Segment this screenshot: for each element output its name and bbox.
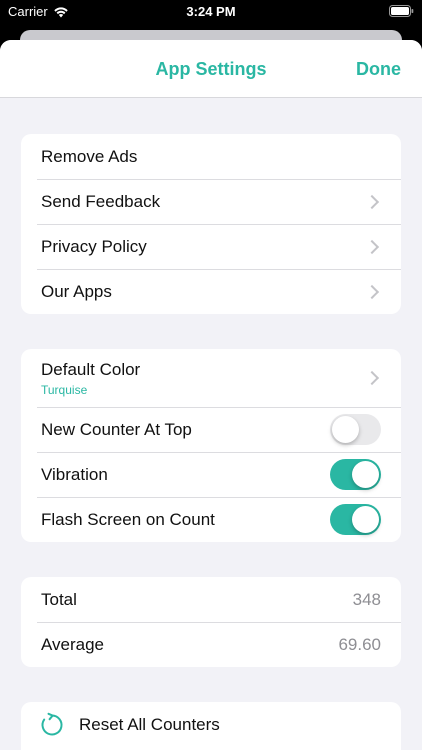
flash-screen-row: Flash Screen on Count: [21, 497, 401, 542]
default-color-value: Turquise: [41, 382, 88, 397]
general-group: Remove Ads Send Feedback Privacy Policy …: [21, 134, 401, 314]
total-value: 348: [352, 589, 381, 609]
toggle-knob: [352, 461, 379, 488]
new-counter-at-top-row: New Counter At Top: [21, 407, 401, 452]
flash-screen-label: Flash Screen on Count: [41, 509, 215, 529]
reset-all-counters-label: Reset All Counters: [79, 714, 220, 734]
chevron-right-icon: [364, 194, 380, 209]
chevron-right-icon: [364, 370, 380, 386]
default-color-text: Default Color Turquise: [41, 360, 140, 397]
actions-group: Reset All Counters: [21, 702, 401, 750]
remove-ads-row[interactable]: Remove Ads: [21, 134, 401, 179]
send-feedback-row[interactable]: Send Feedback: [21, 179, 401, 224]
new-counter-at-top-label: New Counter At Top: [41, 419, 192, 439]
stats-group: Total 348 Average 69.60: [21, 577, 401, 667]
toggle-knob: [332, 416, 359, 443]
reset-icon: [41, 712, 63, 735]
default-color-label: Default Color: [41, 359, 141, 379]
flash-screen-toggle[interactable]: [330, 504, 381, 535]
toggle-knob: [352, 506, 379, 533]
privacy-policy-row[interactable]: Privacy Policy: [21, 224, 401, 269]
reset-all-counters-row[interactable]: Reset All Counters: [21, 702, 401, 747]
total-row: Total 348: [21, 577, 401, 622]
average-row: Average 69.60: [21, 622, 401, 667]
preferences-group: Default Color Turquise New Counter At To…: [21, 349, 401, 542]
new-counter-at-top-toggle[interactable]: [330, 414, 381, 445]
status-bar: Carrier 3:24 PM: [0, 0, 422, 28]
battery-icon: [389, 5, 414, 20]
our-apps-row[interactable]: Our Apps: [21, 269, 401, 314]
average-label: Average: [41, 634, 105, 654]
our-apps-label: Our Apps: [41, 281, 112, 301]
total-label: Total: [41, 589, 77, 609]
chevron-right-icon: [364, 284, 380, 299]
remove-ads-label: Remove Ads: [41, 146, 138, 166]
status-time: 3:24 PM: [186, 4, 236, 19]
navigation-bar: App Settings Done: [0, 40, 422, 98]
default-color-row[interactable]: Default Color Turquise: [21, 349, 401, 407]
send-feedback-label: Send Feedback: [41, 191, 161, 211]
chevron-right-icon: [364, 239, 380, 254]
vibration-toggle[interactable]: [330, 459, 381, 490]
average-value: 69.60: [338, 634, 381, 654]
done-button[interactable]: Done: [356, 59, 401, 80]
privacy-policy-label: Privacy Policy: [41, 236, 147, 256]
settings-sheet: App Settings Done Remove Ads Send Feedba…: [0, 40, 422, 750]
vibration-row: Vibration: [21, 452, 401, 497]
vibration-label: Vibration: [41, 464, 108, 484]
